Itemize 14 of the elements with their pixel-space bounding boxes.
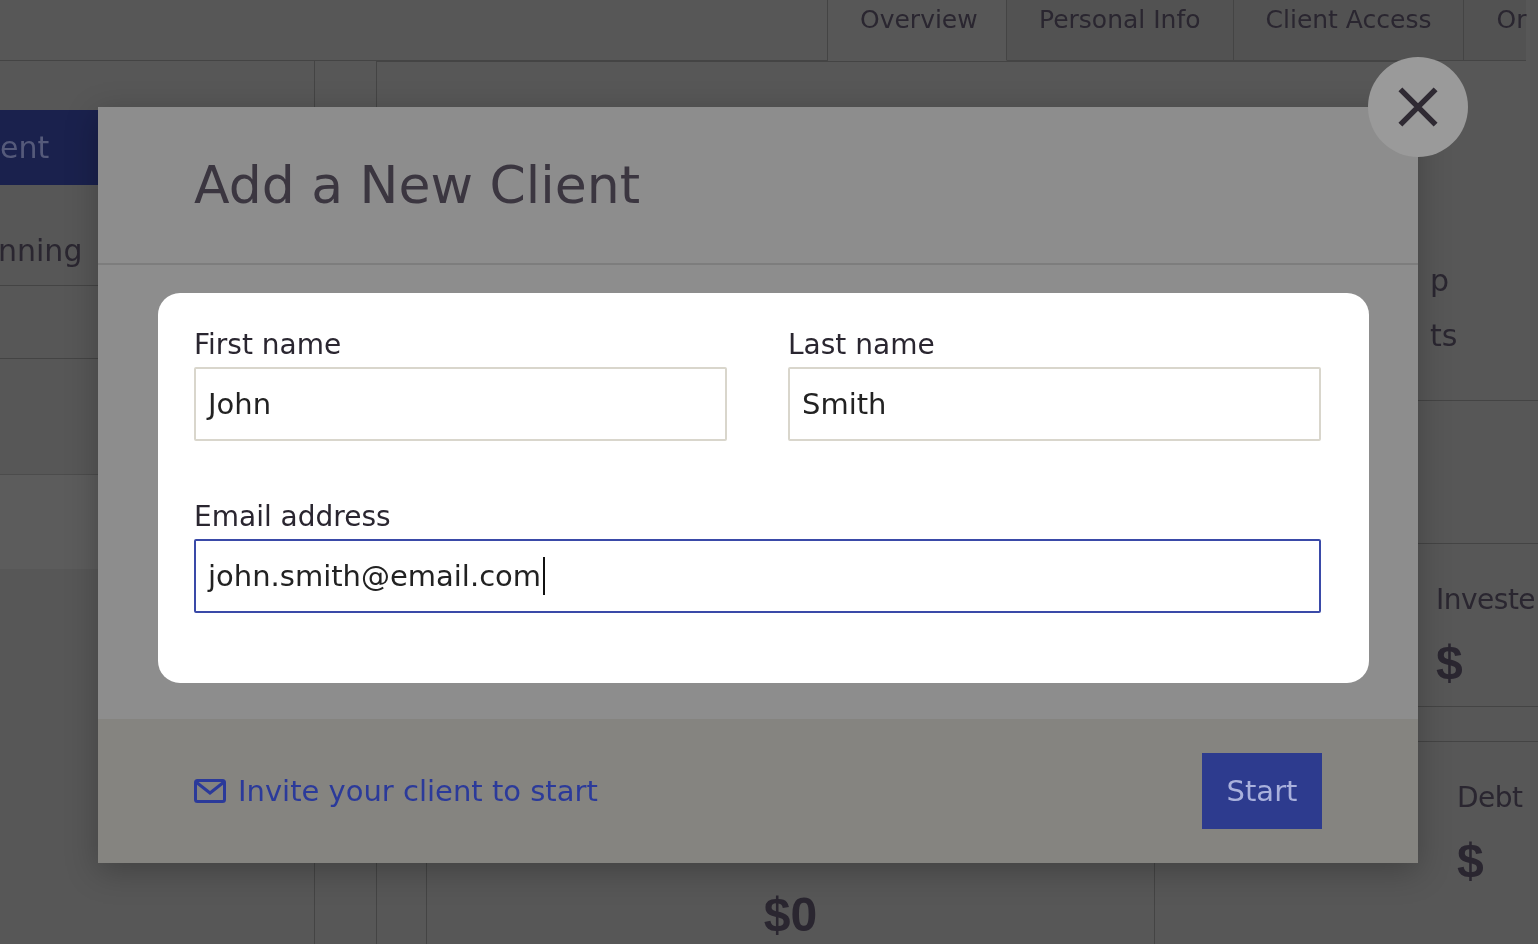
input-field[interactable]: John: [194, 367, 727, 441]
dialog-title: Add a New Client: [194, 155, 641, 215]
close-icon: [1396, 85, 1440, 129]
envelope-icon: [194, 779, 226, 803]
input-field[interactable]: john.smith@email.com: [194, 539, 1321, 613]
field-label: First name: [194, 327, 343, 363]
amount-text: $: [1436, 635, 1464, 691]
invite-link[interactable]: Invite your client to start: [194, 774, 598, 808]
sidebar-button[interactable]: ent: [0, 110, 98, 185]
start-button[interactable]: Start: [1202, 753, 1322, 829]
amount-text: $: [1457, 833, 1485, 889]
input-field[interactable]: Smith: [788, 367, 1321, 441]
field-label: Last name: [788, 327, 936, 363]
field-label: Email address: [194, 499, 392, 535]
